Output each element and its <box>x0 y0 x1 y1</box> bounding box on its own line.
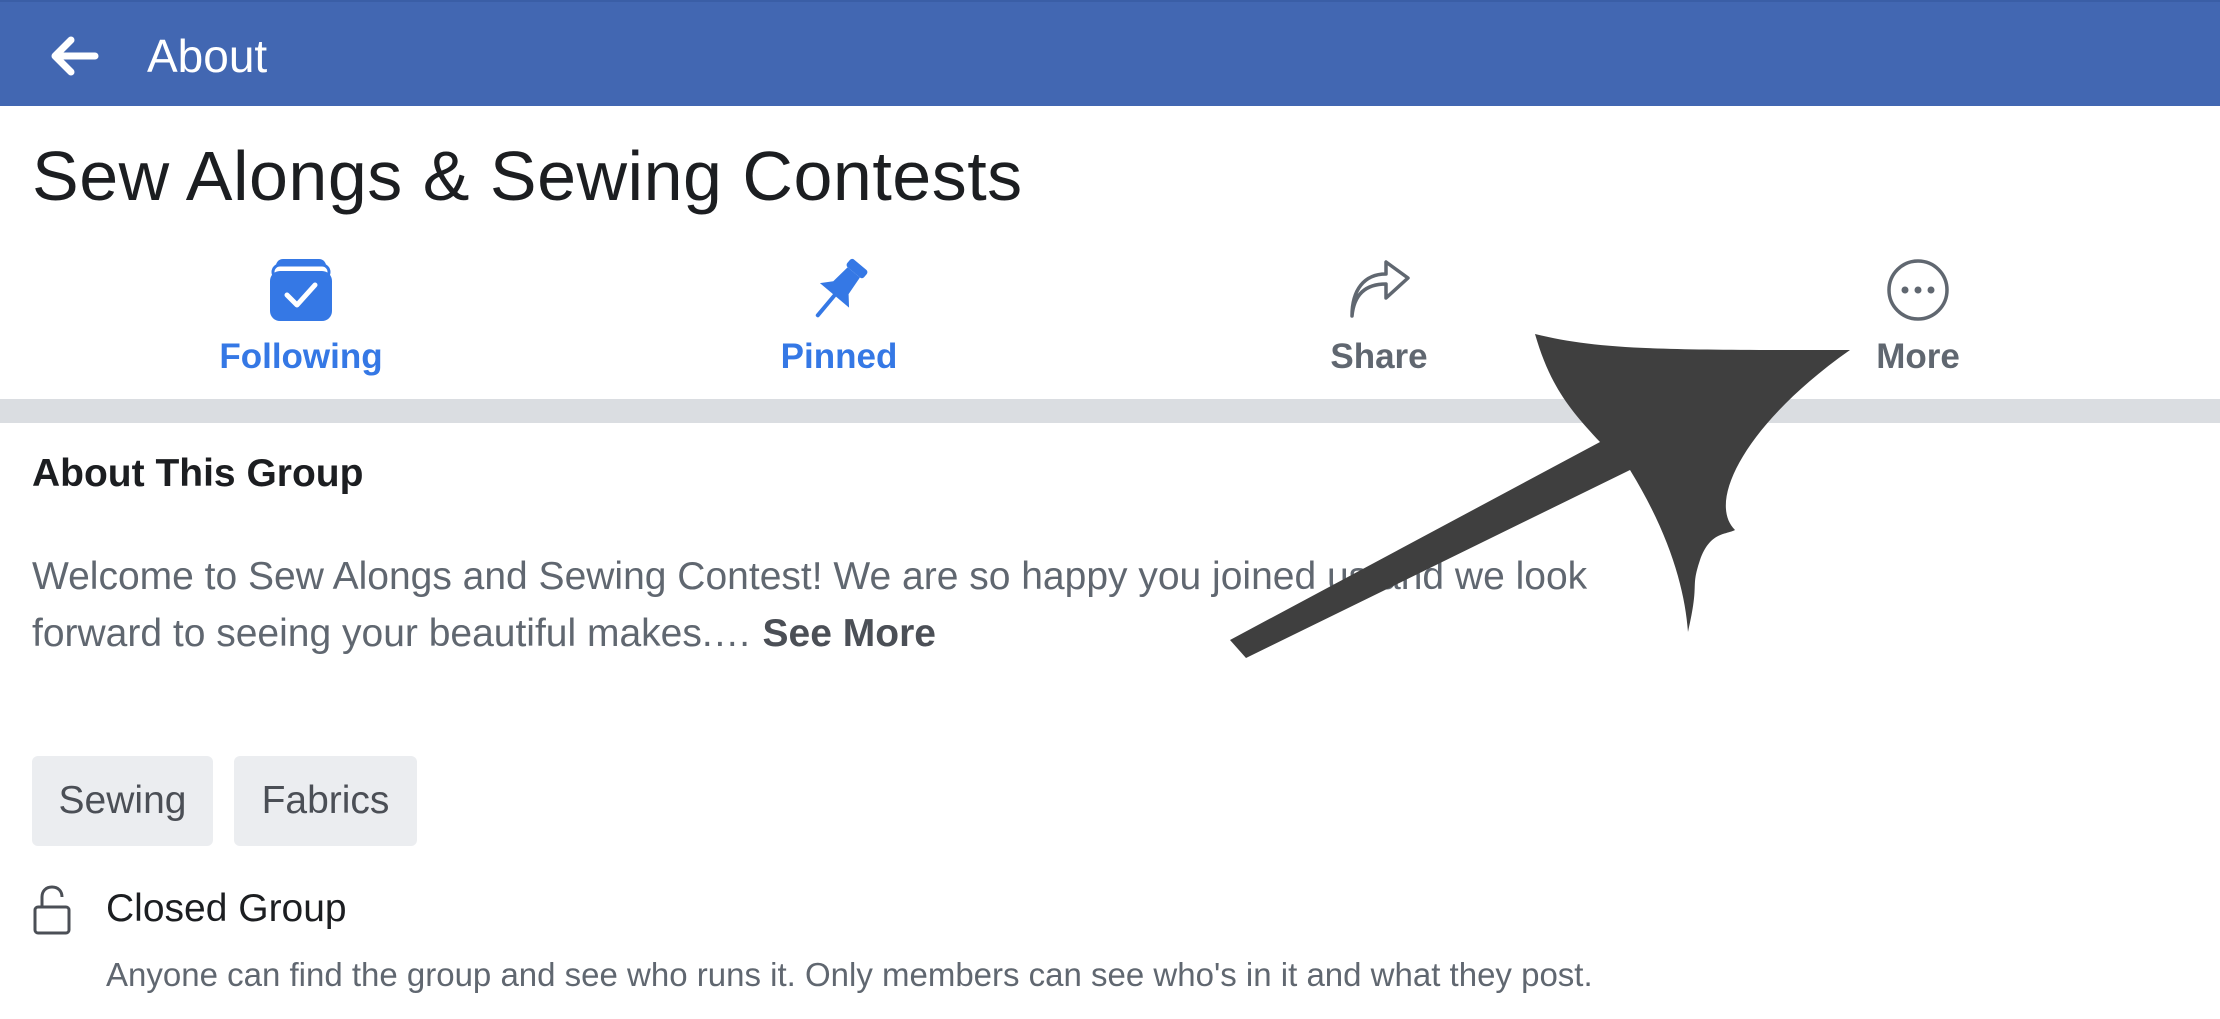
about-heading: About This Group <box>32 452 364 495</box>
about-description: Welcome to Sew Alongs and Sewing Contest… <box>32 548 1672 662</box>
more-label: More <box>1876 337 1960 376</box>
following-label: Following <box>219 337 383 376</box>
share-button[interactable]: Share <box>1229 250 1529 380</box>
share-label: Share <box>1330 337 1428 376</box>
section-divider <box>0 399 2220 423</box>
privacy-description: Anyone can find the group and see who ru… <box>106 956 1593 993</box>
pin-icon <box>799 250 879 330</box>
privacy-title: Closed Group <box>106 887 347 930</box>
more-button[interactable]: More <box>1768 250 2068 380</box>
pinned-button[interactable]: Pinned <box>689 250 989 380</box>
page: About Sew Alongs & Sewing Contests Follo… <box>0 0 2220 1019</box>
pinned-label: Pinned <box>780 337 898 376</box>
page-title: About <box>147 30 268 82</box>
following-check-icon <box>261 250 341 330</box>
back-button[interactable] <box>44 26 104 86</box>
following-button[interactable]: Following <box>151 250 451 380</box>
share-arrow-icon <box>1339 250 1419 330</box>
lock-open-icon <box>32 885 72 935</box>
tag-sewing[interactable]: Sewing <box>32 756 213 846</box>
more-dots-icon <box>1878 250 1958 330</box>
tag-fabrics[interactable]: Fabrics <box>234 756 417 846</box>
arrow-left-icon <box>51 36 99 76</box>
see-more-link[interactable]: See More <box>763 612 936 655</box>
group-name: Sew Alongs & Sewing Contests <box>32 137 1023 215</box>
top-app-bar: About <box>0 0 2220 106</box>
